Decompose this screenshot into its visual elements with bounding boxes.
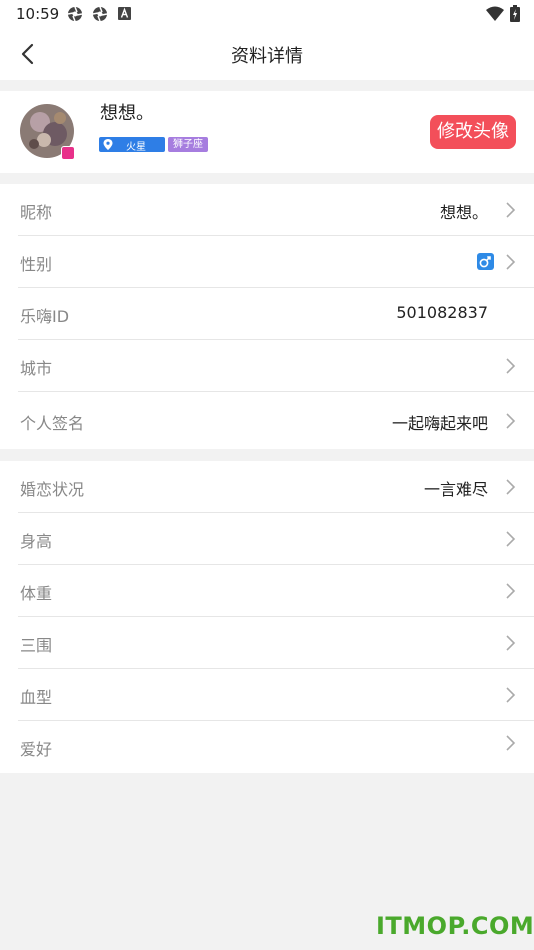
male-symbol-icon [479,256,491,268]
row-hobbies[interactable]: 爱好 [0,721,534,773]
chevron-right-icon [506,358,516,374]
row-city[interactable]: 城市 [0,340,534,392]
row-gender[interactable]: 性别 [0,236,534,288]
page-title: 资料详情 [231,46,303,67]
watermark: ITMOP.COM [376,912,534,940]
row-label: 体重 [20,584,53,603]
row-blood-type[interactable]: 血型 [0,669,534,721]
row-label: 血型 [20,688,53,707]
row-label: 身高 [20,532,53,551]
chevron-right-icon [506,735,516,751]
profile-nickname: 想想。 [100,103,154,124]
chevron-right-icon [506,254,516,270]
chevron-right-icon [506,583,516,599]
location-tag-text: 火星 [126,142,146,153]
chevron-right-icon [506,687,516,703]
basic-info-section: 昵称 想想。 性别 乐嗨ID 501082837 城市 个人签名 一起嗨起来吧 [0,184,534,449]
status-right-icons [486,5,520,22]
chevron-right-icon [506,202,516,218]
chevron-right-icon [506,413,516,429]
chevron-right-icon [506,531,516,547]
zodiac-tag: 狮子座 [168,137,208,152]
row-label: 个人签名 [20,414,85,433]
location-tag: 火星 [99,137,165,153]
location-pin-icon [103,139,113,150]
row-id: 乐嗨ID 501082837 [0,288,534,340]
title-bar: 资料详情 [0,30,534,80]
row-label: 城市 [20,359,53,378]
change-avatar-button[interactable]: 修改头像 [430,115,516,149]
row-measurements[interactable]: 三围 [0,617,534,669]
settings-like-icon [67,6,83,22]
extra-info-section: 婚恋状况 一言难尽 身高 体重 三围 血型 爱好 [0,461,534,773]
row-marital-status[interactable]: 婚恋状况 一言难尽 [0,461,534,513]
chevron-right-icon [506,635,516,651]
row-value: 一起嗨起来吧 [391,414,488,433]
row-label: 性别 [20,255,53,274]
row-label: 昵称 [20,203,53,222]
row-value: 想想。 [439,203,488,222]
settings-like-icon [92,6,108,22]
avatar-badge [61,146,75,160]
row-label: 婚恋状况 [20,480,85,499]
row-label: 爱好 [20,740,53,759]
a-square-icon [118,7,131,20]
status-time: 10:59 [16,5,60,23]
row-label: 乐嗨ID [20,307,70,326]
row-value: 501082837 [396,303,488,322]
chevron-right-icon [506,479,516,495]
row-weight[interactable]: 体重 [0,565,534,617]
status-bar: 10:59 [0,0,534,30]
row-value: 一言难尽 [423,480,488,499]
wifi-icon [486,6,504,21]
row-label: 三围 [20,636,53,655]
row-nickname[interactable]: 昵称 想想。 [0,184,534,236]
male-gender-icon [477,253,494,270]
row-signature[interactable]: 个人签名 一起嗨起来吧 [0,392,534,449]
battery-charging-icon [510,5,520,22]
row-height[interactable]: 身高 [0,513,534,565]
